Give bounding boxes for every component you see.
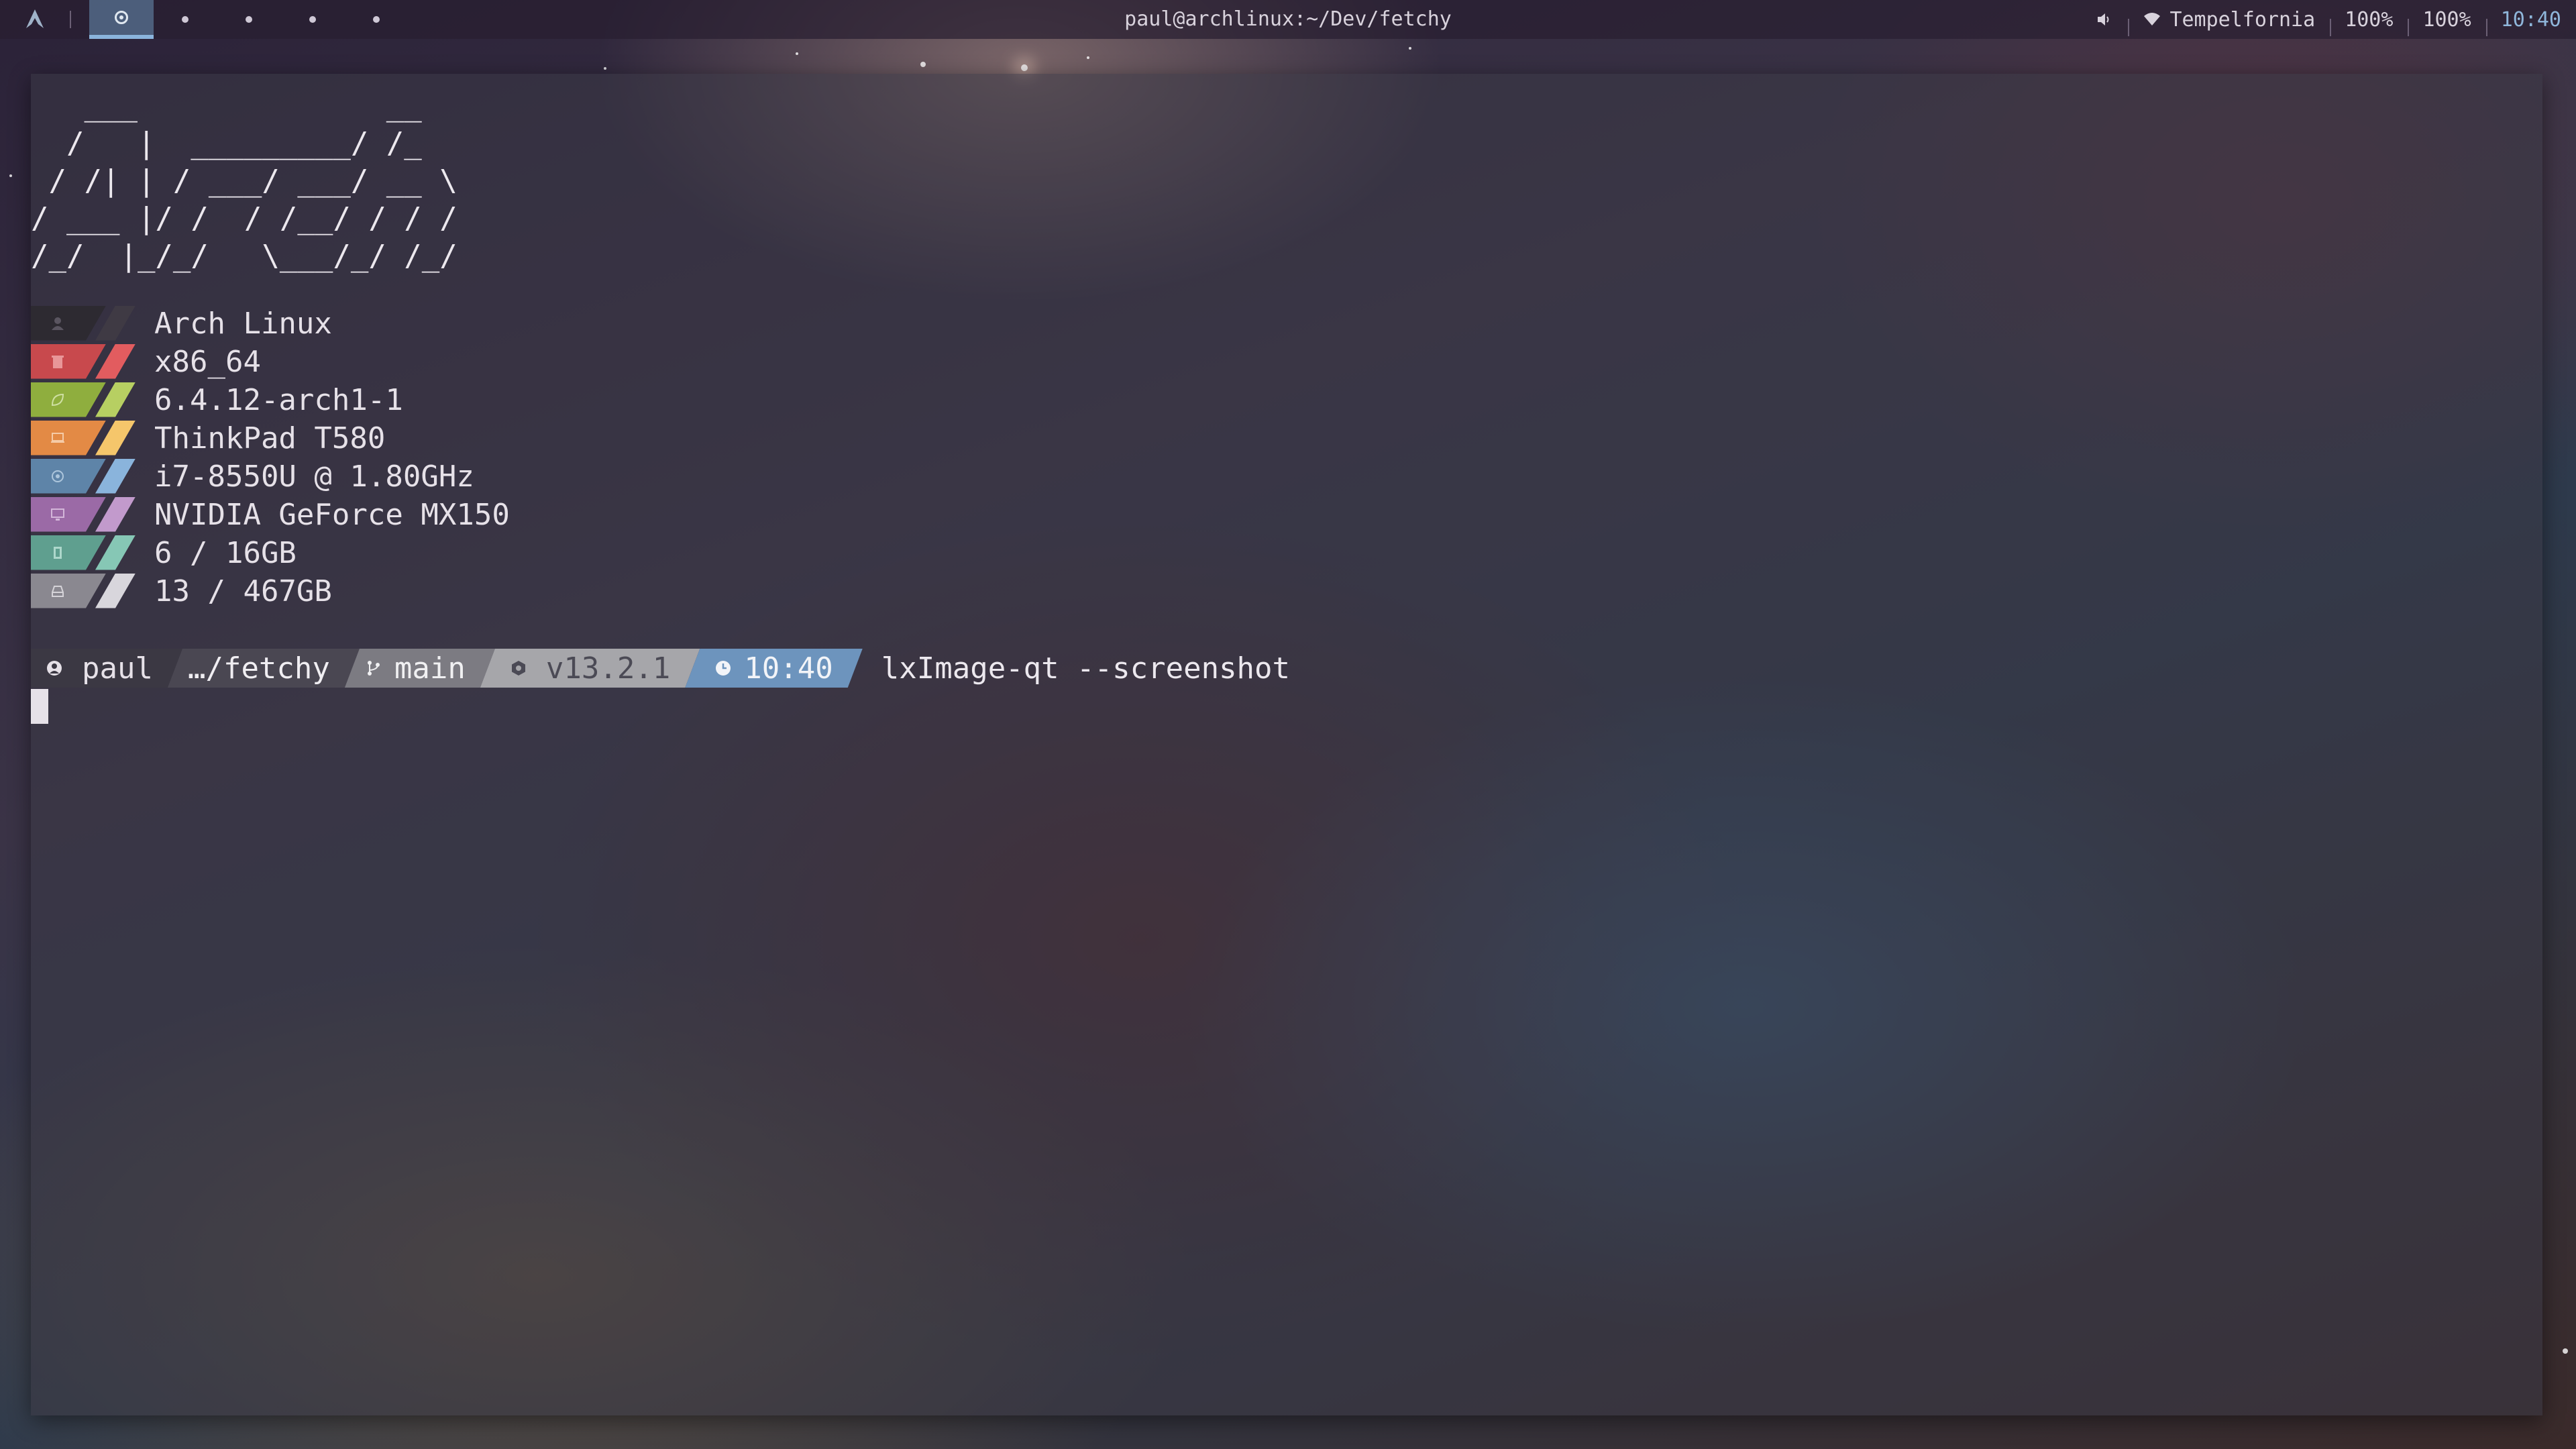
memory-icon	[54, 546, 62, 559]
wallpaper-star	[2563, 1348, 2568, 1354]
wallpaper-star	[920, 62, 926, 67]
trash-icon	[52, 355, 64, 368]
workspace-4-button[interactable]	[280, 0, 345, 39]
info-row-disk: 13 / 467GB	[31, 572, 332, 610]
info-row-memory: 6 / 16GB	[31, 533, 297, 572]
battery-level: 100%	[2345, 7, 2394, 32]
prompt-git-segment: main	[345, 649, 495, 688]
os-chip	[31, 305, 136, 341]
wallpaper-star	[796, 52, 798, 55]
gpu-value: NVIDIA GeForce MX150	[154, 498, 510, 532]
volume-indicator[interactable]	[2081, 11, 2128, 28]
brightness-indicator[interactable]: 100%	[2408, 7, 2485, 36]
top-panel: paul@archlinux:~/Dev/fetchy Tempelfornia…	[0, 0, 2576, 39]
prompt-branch: main	[394, 651, 466, 686]
network-name: Tempelfornia	[2169, 7, 2316, 32]
kernel-value: 6.4.12-arch1-1	[154, 383, 403, 417]
cpu-chip	[31, 458, 136, 494]
node-icon	[511, 661, 525, 676]
status-area: Tempelfornia 100% 100% 10:40	[2081, 0, 2576, 39]
kernel-chip	[31, 382, 136, 417]
info-row-host: ThinkPad T580	[31, 419, 385, 457]
disk-chip	[31, 573, 136, 608]
arch-ascii-logo: ___ __ / | _________/ /_ / /| | / ___/ _…	[31, 89, 458, 273]
clock-time: 10:40	[2500, 7, 2561, 32]
speaker-icon	[2098, 13, 2109, 25]
disk-icon	[52, 585, 64, 597]
prompt-command: lxImage-qt --screenshot	[881, 651, 1291, 686]
arch-logo-icon[interactable]	[23, 7, 47, 31]
arch-value: x86_64	[154, 345, 261, 379]
network-indicator[interactable]: Tempelfornia	[2128, 7, 2330, 36]
user-icon	[47, 661, 62, 676]
info-row-arch: x86_64	[31, 342, 261, 380]
info-row-os: Arch Linux	[31, 304, 332, 342]
wallpaper-star	[1409, 47, 1411, 50]
prompt-time-segment: 10:40	[685, 649, 862, 688]
prompt-user-segment: paul	[31, 649, 182, 688]
prompt-node-version: v13.2.1	[545, 651, 671, 686]
info-row-kernel: 6.4.12-arch1-1	[31, 380, 403, 419]
prompt-node-segment: v13.2.1	[480, 649, 700, 688]
clock-icon	[716, 661, 731, 676]
leaf-icon	[51, 393, 64, 406]
workspace-active-icon	[115, 11, 128, 24]
os-value: Arch Linux	[154, 307, 332, 341]
disk-value: 13 / 467GB	[154, 574, 332, 608]
shell-prompt: paul …/fetchy main v13.2.1 10:40 lxImage…	[31, 649, 1290, 688]
user-icon	[52, 317, 64, 330]
battery-indicator[interactable]: 100%	[2330, 7, 2408, 36]
monitor-icon	[51, 508, 64, 521]
wallpaper-star	[1021, 64, 1028, 71]
wallpaper-star	[9, 174, 12, 177]
cpu-value: i7-8550U @ 1.80GHz	[154, 460, 474, 494]
workspace-dot-icon	[373, 16, 380, 23]
workspace-1-button[interactable]	[89, 0, 154, 39]
info-row-cpu: i7-8550U @ 1.80GHz	[31, 457, 474, 495]
prompt-path: …/fetchy	[187, 651, 330, 686]
prompt-time: 10:40	[744, 651, 833, 686]
clock[interactable]: 10:40	[2485, 7, 2576, 36]
arch-chip	[31, 343, 136, 379]
wifi-icon	[2144, 13, 2161, 25]
gpu-chip	[31, 496, 136, 532]
wallpaper-star	[1087, 56, 1089, 59]
cpu-icon	[52, 470, 64, 482]
workspace-dot-icon	[182, 16, 189, 23]
workspace-dot-icon	[309, 16, 316, 23]
host-value: ThinkPad T580	[154, 421, 386, 455]
memory-value: 6 / 16GB	[154, 536, 297, 570]
brightness-level: 100%	[2422, 7, 2471, 32]
host-chip	[31, 420, 136, 455]
workspace-5-button[interactable]	[344, 0, 409, 39]
system-info-list: Arch Linux x86_64 6.4.12-arch1-1 ThinkPa…	[31, 304, 510, 610]
workspace-3-button[interactable]	[217, 0, 281, 39]
terminal-window[interactable]: ___ __ / | _________/ /_ / /| | / ___/ _…	[31, 74, 2542, 1415]
panel-separator	[70, 11, 71, 28]
wallpaper-star	[604, 67, 606, 70]
git-branch-icon	[367, 661, 380, 676]
prompt-user: paul	[82, 651, 153, 686]
prompt-path-segment: …/fetchy	[168, 649, 360, 688]
workspace-dot-icon	[246, 16, 252, 23]
laptop-icon	[51, 432, 64, 443]
text-cursor	[31, 689, 48, 724]
info-row-gpu: NVIDIA GeForce MX150	[31, 495, 510, 533]
workspace-2-button[interactable]	[153, 0, 217, 39]
memory-chip	[31, 535, 136, 570]
